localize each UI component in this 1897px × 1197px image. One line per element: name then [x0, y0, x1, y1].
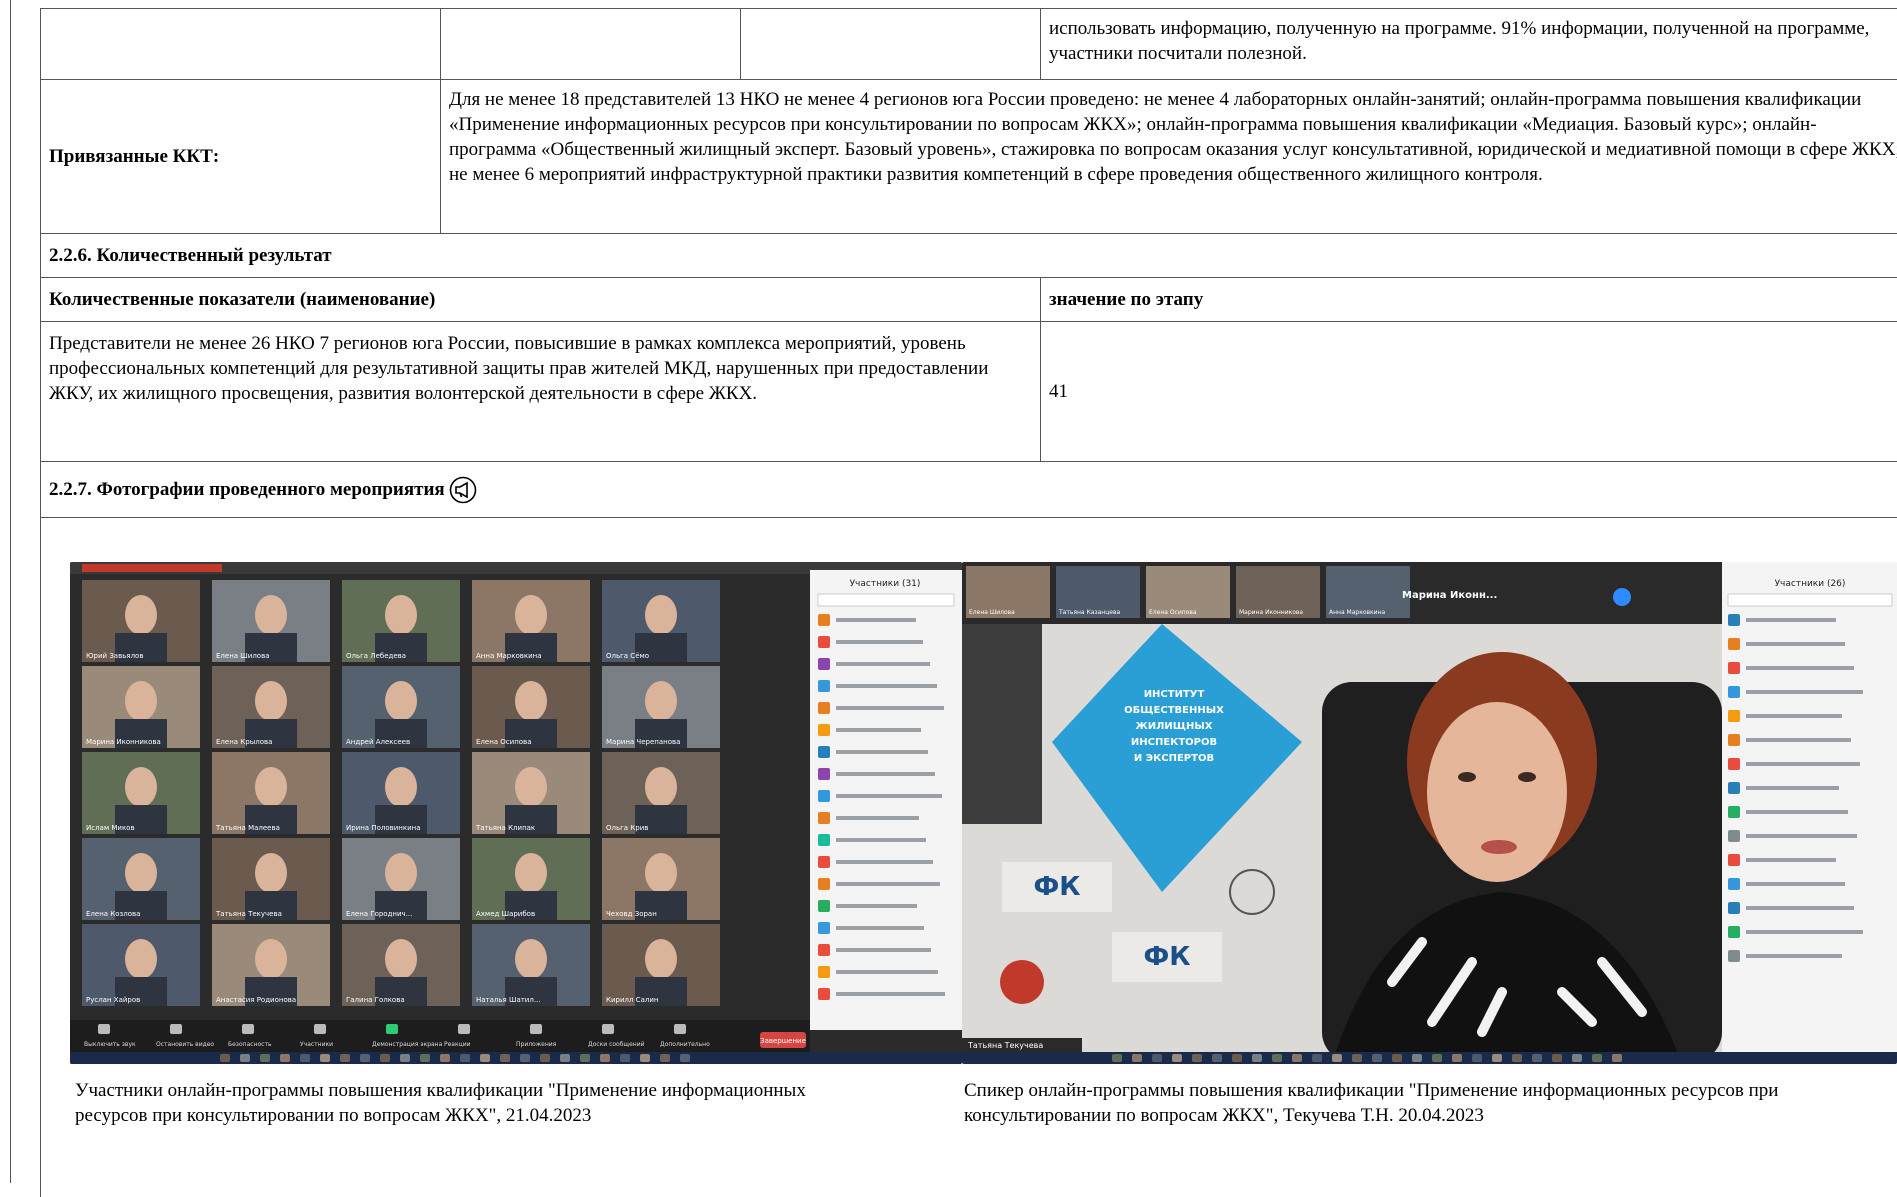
banner-line: ИНСТИТУТ: [1144, 689, 1205, 700]
toolbar-label: Участники: [300, 1041, 333, 1048]
document-page: использовать информацию, полученную на п…: [0, 0, 1897, 1197]
top-tile-name: Татьяна Казанцева: [1058, 609, 1121, 616]
photos-header-row: 2.2.7. Фотографии проведенного мероприят…: [40, 461, 1897, 517]
toolbar-label: Выключить звук: [84, 1041, 136, 1048]
col-header-name: Количественные показатели (наименование): [41, 278, 1041, 321]
tile-name: Ольга Крив: [606, 824, 648, 832]
photo1-end-button: Завершение: [760, 1037, 806, 1045]
photo2-participants-header: Участники (26): [1775, 579, 1846, 589]
tile-name: Елена Козлова: [86, 910, 140, 918]
section-header-row: 2.2.6. Количественный результат: [40, 233, 1897, 277]
photo-zoom-gallery: Участники (31) Юрий Завьялов Елена Шилова…: [70, 562, 962, 1064]
top-tile-name: Елена Осипова: [1149, 609, 1197, 616]
page-left-border: [10, 0, 11, 1183]
toolbar-label: Дополнительно: [660, 1041, 710, 1048]
banner-line: ЖИЛИЩНЫХ: [1136, 721, 1213, 732]
tile-name: Елена Осипова: [476, 738, 531, 746]
quant-indicator-value: 41: [1041, 322, 1897, 461]
tile-name: Кирилл Салин: [606, 996, 658, 1004]
linked-kkt-label: Привязанные ККТ:: [41, 80, 441, 233]
tile-name: Анна Марковкина: [476, 652, 542, 660]
toolbar-label: Реакции: [444, 1041, 471, 1048]
quant-data-row: Представители не менее 26 НКО 7 регионов…: [40, 321, 1897, 461]
loudspeaker-icon: [449, 476, 477, 503]
quant-indicator-text: Представители не менее 26 НКО 7 регионов…: [41, 322, 1041, 461]
tile-name: Татьяна Малеева: [215, 824, 280, 832]
top-tile-name: Анна Марковкина: [1329, 609, 1385, 616]
tile-name: Марина Иконникова: [86, 738, 161, 746]
photos-title-text: 2.2.7. Фотографии проведенного мероприят…: [49, 479, 445, 500]
svg-text:ФК: ФК: [1033, 872, 1080, 902]
tile-name: Татьяна Текучева: [215, 910, 282, 918]
section-title-quant: 2.2.6. Количественный результат: [41, 234, 1897, 277]
tile-name: Ирина Половинкина: [346, 824, 421, 832]
photo1-participants-header: Участники (31): [850, 579, 921, 589]
tile-name: Ислам Миков: [86, 824, 135, 832]
tile-name: Чеховд Зоран: [606, 910, 657, 918]
svg-text:ФК: ФК: [1143, 942, 1190, 972]
zoom-gallery-screenshot: Участники (31) Юрий Завьялов Елена Шилова…: [70, 562, 962, 1064]
banner-line: ИНСПЕКТОРОВ: [1131, 737, 1217, 748]
banner-line: И ЭКСПЕРТОВ: [1134, 753, 1214, 764]
tile-name: Анастасия Родионова: [216, 996, 296, 1004]
empty-cell: [741, 9, 1041, 79]
banner-line: ОБЩЕСТВЕННЫХ: [1124, 705, 1224, 716]
linked-kkt-row: Привязанные ККТ: Для не менее 18 предста…: [40, 79, 1897, 233]
tile-name: Елена Шилова: [216, 652, 270, 660]
tile-name: Галина Голкова: [346, 996, 405, 1004]
tile-name: Ольга Сёмо: [606, 652, 649, 660]
toolbar-label: Приложения: [516, 1041, 557, 1048]
speaker-screenshot: Елена Шилова Татьяна Казанцева Елена Осипо…: [962, 562, 1897, 1064]
tile-name: Елена Городнич...: [346, 910, 412, 918]
tile-name: Марина Черепанова: [606, 738, 680, 746]
photo2-caption: Спикер онлайн-программы повышения квалиф…: [964, 1080, 1779, 1126]
tile-name: Наталья Шатил...: [476, 996, 541, 1004]
empty-cell: [41, 9, 441, 79]
toolbar-label: Остановить видео: [156, 1041, 214, 1048]
table-row: использовать информацию, полученную на п…: [40, 8, 1897, 79]
top-tile-label: Марина Иконн...: [1402, 590, 1497, 601]
top-tile-name: Марина Иконникова: [1239, 609, 1303, 616]
quant-header-row: Количественные показатели (наименование)…: [40, 277, 1897, 321]
tile-name: Андрей Алексеев: [346, 738, 410, 746]
tile-name: Юрий Завьялов: [86, 652, 143, 660]
tile-name: Руслан Хайров: [86, 996, 140, 1004]
toolbar-label: Безопасность: [228, 1041, 272, 1048]
result-text-cell: использовать информацию, полученную на п…: [1041, 9, 1897, 79]
top-tile-name: Елена Шилова: [969, 609, 1015, 616]
tile-name: Ольга Лебедева: [346, 652, 406, 660]
tile-name: Ахмед Шарибов: [476, 910, 535, 918]
linked-kkt-text: Для не менее 18 представителей 13 НКО не…: [441, 80, 1897, 233]
toolbar-label: Демонстрация экрана: [372, 1041, 443, 1048]
photo1-caption: Участники онлайн-программы повышения ква…: [75, 1080, 806, 1126]
empty-cell: [441, 9, 741, 79]
toolbar-label: Доски сообщений: [588, 1041, 645, 1048]
section-title-photos: 2.2.7. Фотографии проведенного мероприят…: [41, 462, 1897, 517]
col-header-value: значение по этапу: [1041, 278, 1897, 321]
photo2-speaker-label: Татьяна Текучева: [967, 1041, 1043, 1050]
tile-name: Елена Крылова: [216, 738, 272, 746]
tile-name: Татьяна Клипак: [475, 824, 535, 832]
photo-speaker-view: Елена Шилова Татьяна Казанцева Елена Осипо…: [962, 562, 1897, 1064]
